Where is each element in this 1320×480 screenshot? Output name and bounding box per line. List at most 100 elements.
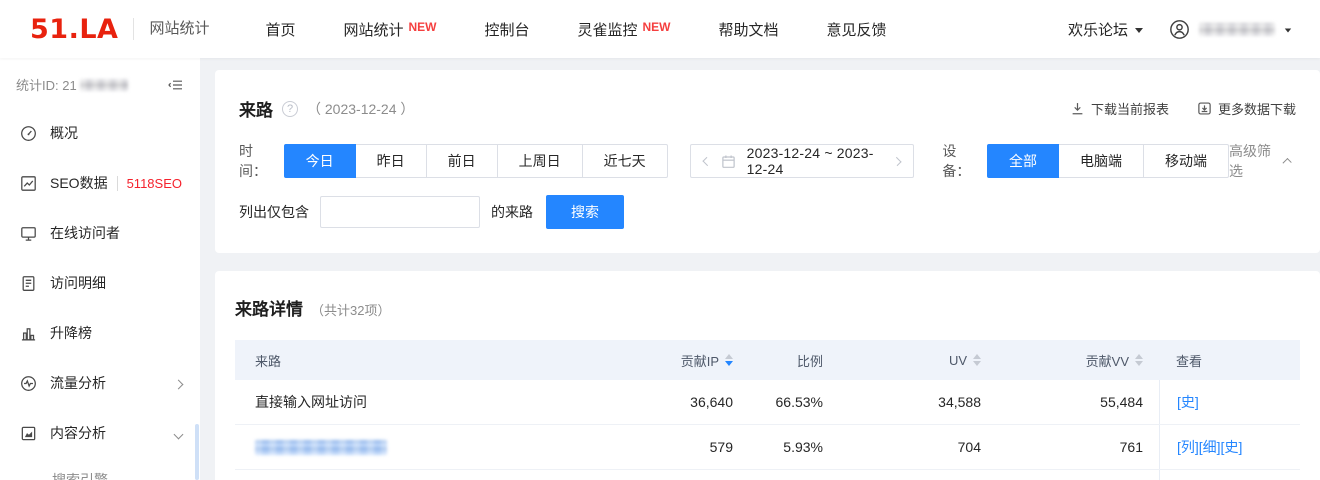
uv-cell: 704 <box>825 439 983 455</box>
stat-id-redacted <box>80 79 128 91</box>
line-chart-icon <box>20 175 37 192</box>
time-option-today[interactable]: 今日 <box>284 144 356 178</box>
chevron-right-icon[interactable] <box>893 156 902 165</box>
vv-cell: 761 <box>983 439 1145 455</box>
sidebar-item-online-visitors[interactable]: 在线访问者 <box>0 208 200 258</box>
table-header-row: 来路 贡献IP 比例 UV 贡献VV <box>235 340 1300 380</box>
monitor-icon <box>20 225 37 242</box>
area-chart-icon <box>20 425 37 442</box>
ip-cell: 36,640 <box>660 394 735 410</box>
view-links-cell: [列][细][史] <box>1159 470 1300 480</box>
sidebar-header: 统计ID: 21 <box>0 58 200 100</box>
date-range-value: 2023-12-24 ~ 2023-12-24 <box>747 145 884 177</box>
stat-id: 统计ID: 21 <box>16 75 128 94</box>
calendar-icon <box>721 154 736 169</box>
list-detail-history-links[interactable]: [列][细][史] <box>1177 437 1242 457</box>
time-option-last-sunday[interactable]: 上周日 <box>497 144 583 178</box>
report-date: （ 2023-12-24 ） <box>307 99 414 119</box>
uv-cell: 34,588 <box>825 394 983 410</box>
download-icon <box>1070 101 1085 116</box>
date-range-picker[interactable]: 2023-12-24 ~ 2023-12-24 <box>690 144 915 178</box>
sidebar-item-rank-changes[interactable]: 升降榜 <box>0 308 200 358</box>
nav-item-lark-monitor[interactable]: 灵雀监控 NEW <box>578 19 671 40</box>
sidebar-menu: 概况 SEO数据 5118SEO 在线访问者 <box>0 100 200 480</box>
chevron-left-icon[interactable] <box>702 156 711 165</box>
time-option-yesterday[interactable]: 昨日 <box>355 144 427 178</box>
nav-item-feedback[interactable]: 意见反馈 <box>827 19 887 40</box>
chevron-down-icon <box>175 425 182 441</box>
chevron-down-icon <box>1135 28 1143 33</box>
table-row: 直接输入网址访问 36,640 66.53% 34,588 55,484 [史] <box>235 380 1300 425</box>
device-option-pc[interactable]: 电脑端 <box>1058 144 1144 178</box>
view-links-cell: [列][细][史] <box>1159 425 1300 469</box>
user-avatar-icon <box>1169 19 1190 40</box>
download-box-icon <box>1197 101 1212 116</box>
new-badge: NEW <box>643 20 671 34</box>
history-link[interactable]: [史] <box>1177 392 1199 412</box>
sidebar-item-seo-data[interactable]: SEO数据 5118SEO <box>0 158 200 208</box>
vv-cell: 55,484 <box>983 394 1145 410</box>
sidebar-item-overview[interactable]: 概况 <box>0 108 200 158</box>
document-icon <box>20 275 37 292</box>
help-icon[interactable]: ? <box>282 101 298 117</box>
search-button[interactable]: 搜索 <box>546 195 624 229</box>
user-menu[interactable] <box>1169 19 1292 40</box>
sidebar-item-search-engine[interactable]: 搜索引擎 <box>0 458 200 480</box>
main-nav: 首页 网站统计 NEW 控制台 灵雀监控 NEW 帮助文档 意见反馈 <box>265 19 934 40</box>
sidebar-item-traffic-analysis[interactable]: 流量分析 <box>0 358 200 408</box>
device-option-all[interactable]: 全部 <box>987 144 1059 178</box>
search-suffix-label: 的来路 <box>491 202 533 222</box>
download-report-link[interactable]: 下载当前报表 <box>1070 99 1169 118</box>
device-label: 设备： <box>942 141 979 181</box>
col-header-ratio: 比例 <box>735 351 825 370</box>
panel-header: 来路 ? （ 2023-12-24 ） 下载当前报表 更多数据下载 <box>239 96 1296 121</box>
referrer-filter-panel: 来路 ? （ 2023-12-24 ） 下载当前报表 更多数据下载 <box>215 70 1320 253</box>
table-row: 579 5.93% 704 761 [列][细][史] <box>235 425 1300 470</box>
new-badge: NEW <box>408 20 436 34</box>
nav-item-help-docs[interactable]: 帮助文档 <box>719 19 779 40</box>
seo-5118-link[interactable]: 5118SEO <box>117 176 182 191</box>
download-links: 下载当前报表 更多数据下载 <box>1070 99 1296 118</box>
sort-icon[interactable] <box>973 354 981 366</box>
chevron-up-icon <box>1282 158 1291 167</box>
source-cell <box>235 439 660 456</box>
ratio-cell: 66.53% <box>735 394 825 410</box>
advanced-filter-toggle[interactable]: 高级筛选 <box>1229 141 1290 181</box>
filter-row: 时间： 今日 昨日 前日 上周日 近七天 2023-12-24 ~ 2023 <box>239 141 1296 181</box>
col-header-ip[interactable]: 贡献IP <box>660 351 735 370</box>
ip-cell: 579 <box>660 439 735 455</box>
col-header-source: 来路 <box>235 351 660 370</box>
sidebar-item-visit-details[interactable]: 访问明细 <box>0 258 200 308</box>
gauge-icon <box>20 125 37 142</box>
sidebar-scrollbar[interactable] <box>195 424 199 480</box>
sidebar: 统计ID: 21 概况 <box>0 58 200 480</box>
forum-dropdown[interactable]: 欢乐论坛 <box>1068 19 1143 40</box>
download-more-link[interactable]: 更多数据下载 <box>1197 99 1296 118</box>
time-label: 时间： <box>239 141 276 181</box>
col-header-uv[interactable]: UV <box>825 353 983 368</box>
sort-icon[interactable] <box>1135 354 1143 366</box>
sort-icon[interactable] <box>725 354 733 366</box>
nav-item-home[interactable]: 首页 <box>265 19 295 40</box>
sidebar-item-content-analysis[interactable]: 内容分析 <box>0 408 200 458</box>
app-body: 统计ID: 21 概况 <box>0 58 1320 480</box>
total-count: （共计32项） <box>311 300 390 319</box>
col-header-vv[interactable]: 贡献VV <box>983 351 1145 370</box>
table-row: www..com 432 3.33% 564 625 [列][细][史] <box>235 470 1300 480</box>
nav-item-site-stats[interactable]: 网站统计 NEW <box>343 19 436 40</box>
brand-logo[interactable]: 51.LA <box>30 14 118 45</box>
col-header-view: 查看 <box>1159 340 1300 380</box>
detail-header: 来路详情 （共计32项） <box>235 295 1300 320</box>
main-content: 来路 ? （ 2023-12-24 ） 下载当前报表 更多数据下载 <box>200 58 1320 480</box>
view-links-cell: [史] <box>1159 380 1300 424</box>
search-prefix-label: 列出仅包含 <box>239 202 309 222</box>
source-url-redacted[interactable] <box>255 440 387 455</box>
nav-item-console[interactable]: 控制台 <box>484 19 529 40</box>
sidebar-collapse-icon[interactable] <box>168 77 184 93</box>
referrer-search-input[interactable] <box>320 196 480 228</box>
device-group: 全部 电脑端 移动端 <box>987 144 1229 178</box>
time-option-last-7-days[interactable]: 近七天 <box>582 144 668 178</box>
time-option-day-before[interactable]: 前日 <box>426 144 498 178</box>
time-range-group: 今日 昨日 前日 上周日 近七天 <box>284 144 668 178</box>
device-option-mobile[interactable]: 移动端 <box>1143 144 1229 178</box>
